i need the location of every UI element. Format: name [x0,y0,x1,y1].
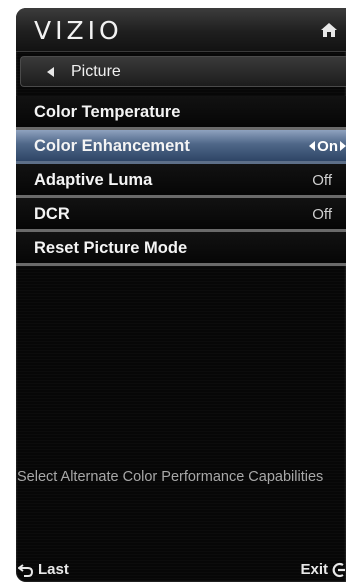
header-bar: VIZIO [16,8,346,52]
menu-item-value: Off [312,206,332,223]
exit-button[interactable]: Exit [300,561,346,578]
menu-item-label: Adaptive Luma [34,171,153,189]
exit-label: Exit [300,561,328,578]
menu-item-label: Color Temperature [34,103,181,121]
menu-item-color-temperature[interactable]: Color Temperature [16,96,346,130]
last-button[interactable]: Last [18,561,69,578]
picture-menu: Color Temperature Color Enhancement On A… [16,96,346,266]
help-text: Select Alternate Color Performance Capab… [17,469,324,485]
menu-item-label: Color Enhancement [34,137,190,155]
increase-arrow-icon[interactable] [340,141,346,152]
back-to-picture-button[interactable]: Picture [20,56,346,87]
menu-item-label: DCR [34,205,70,223]
exit-icon [332,562,345,578]
menu-item-label: Reset Picture Mode [34,239,188,257]
footer-bar: Last Exit [16,556,346,582]
menu-item-reset-picture-mode[interactable]: Reset Picture Mode [16,232,346,266]
decrease-arrow-icon[interactable] [309,141,316,152]
menu-item-adaptive-luma[interactable]: Adaptive Luma Off [16,164,346,198]
value-text: On [317,138,338,155]
menu-item-dcr[interactable]: DCR Off [16,198,346,232]
last-label: Last [38,561,69,578]
menu-item-value[interactable]: On [309,138,346,155]
breadcrumb-label: Picture [71,63,121,80]
settings-panel: VIZIO Picture Color Temperature Color En… [16,8,346,582]
back-arrow-icon [47,67,54,77]
home-icon[interactable] [320,22,338,38]
return-arrow-icon [18,564,34,578]
vizio-logo: VIZIO [34,16,123,45]
menu-item-color-enhancement[interactable]: Color Enhancement On [16,130,346,164]
menu-item-value: Off [312,172,332,189]
